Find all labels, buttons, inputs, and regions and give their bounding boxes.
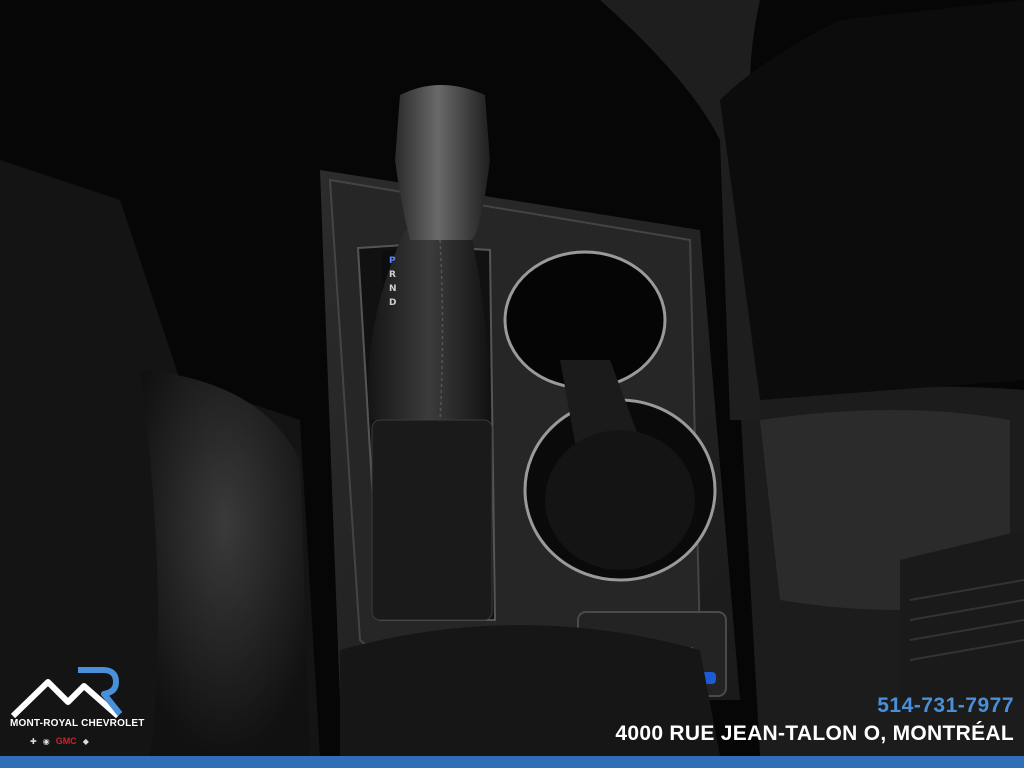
dealer-address: 4000 RUE JEAN-TALON O, MONTRÉAL [615,722,1014,745]
center-console-image [0,0,1024,756]
cadillac-logo-icon: ◆ [82,736,89,746]
brand-logos: ✚ ◉ GMC ◆ [30,736,89,746]
dealer-phone: 514-731-7977 [877,694,1014,717]
gear-r-label: R [389,270,396,280]
shift-knob [395,85,490,240]
bottom-accent-bar [0,756,1024,768]
chevrolet-logo-icon: ✚ [30,736,37,746]
dealer-name: MONT-ROYAL CHEVROLET [10,718,145,729]
buick-logo-icon: ◉ [42,736,50,746]
car-interior-photo: P R N D [0,0,1024,756]
gear-n-label: N [389,284,397,294]
gear-p-label: P [389,256,396,266]
gmc-logo: GMC [55,736,77,746]
gear-d-label: D [389,298,397,308]
